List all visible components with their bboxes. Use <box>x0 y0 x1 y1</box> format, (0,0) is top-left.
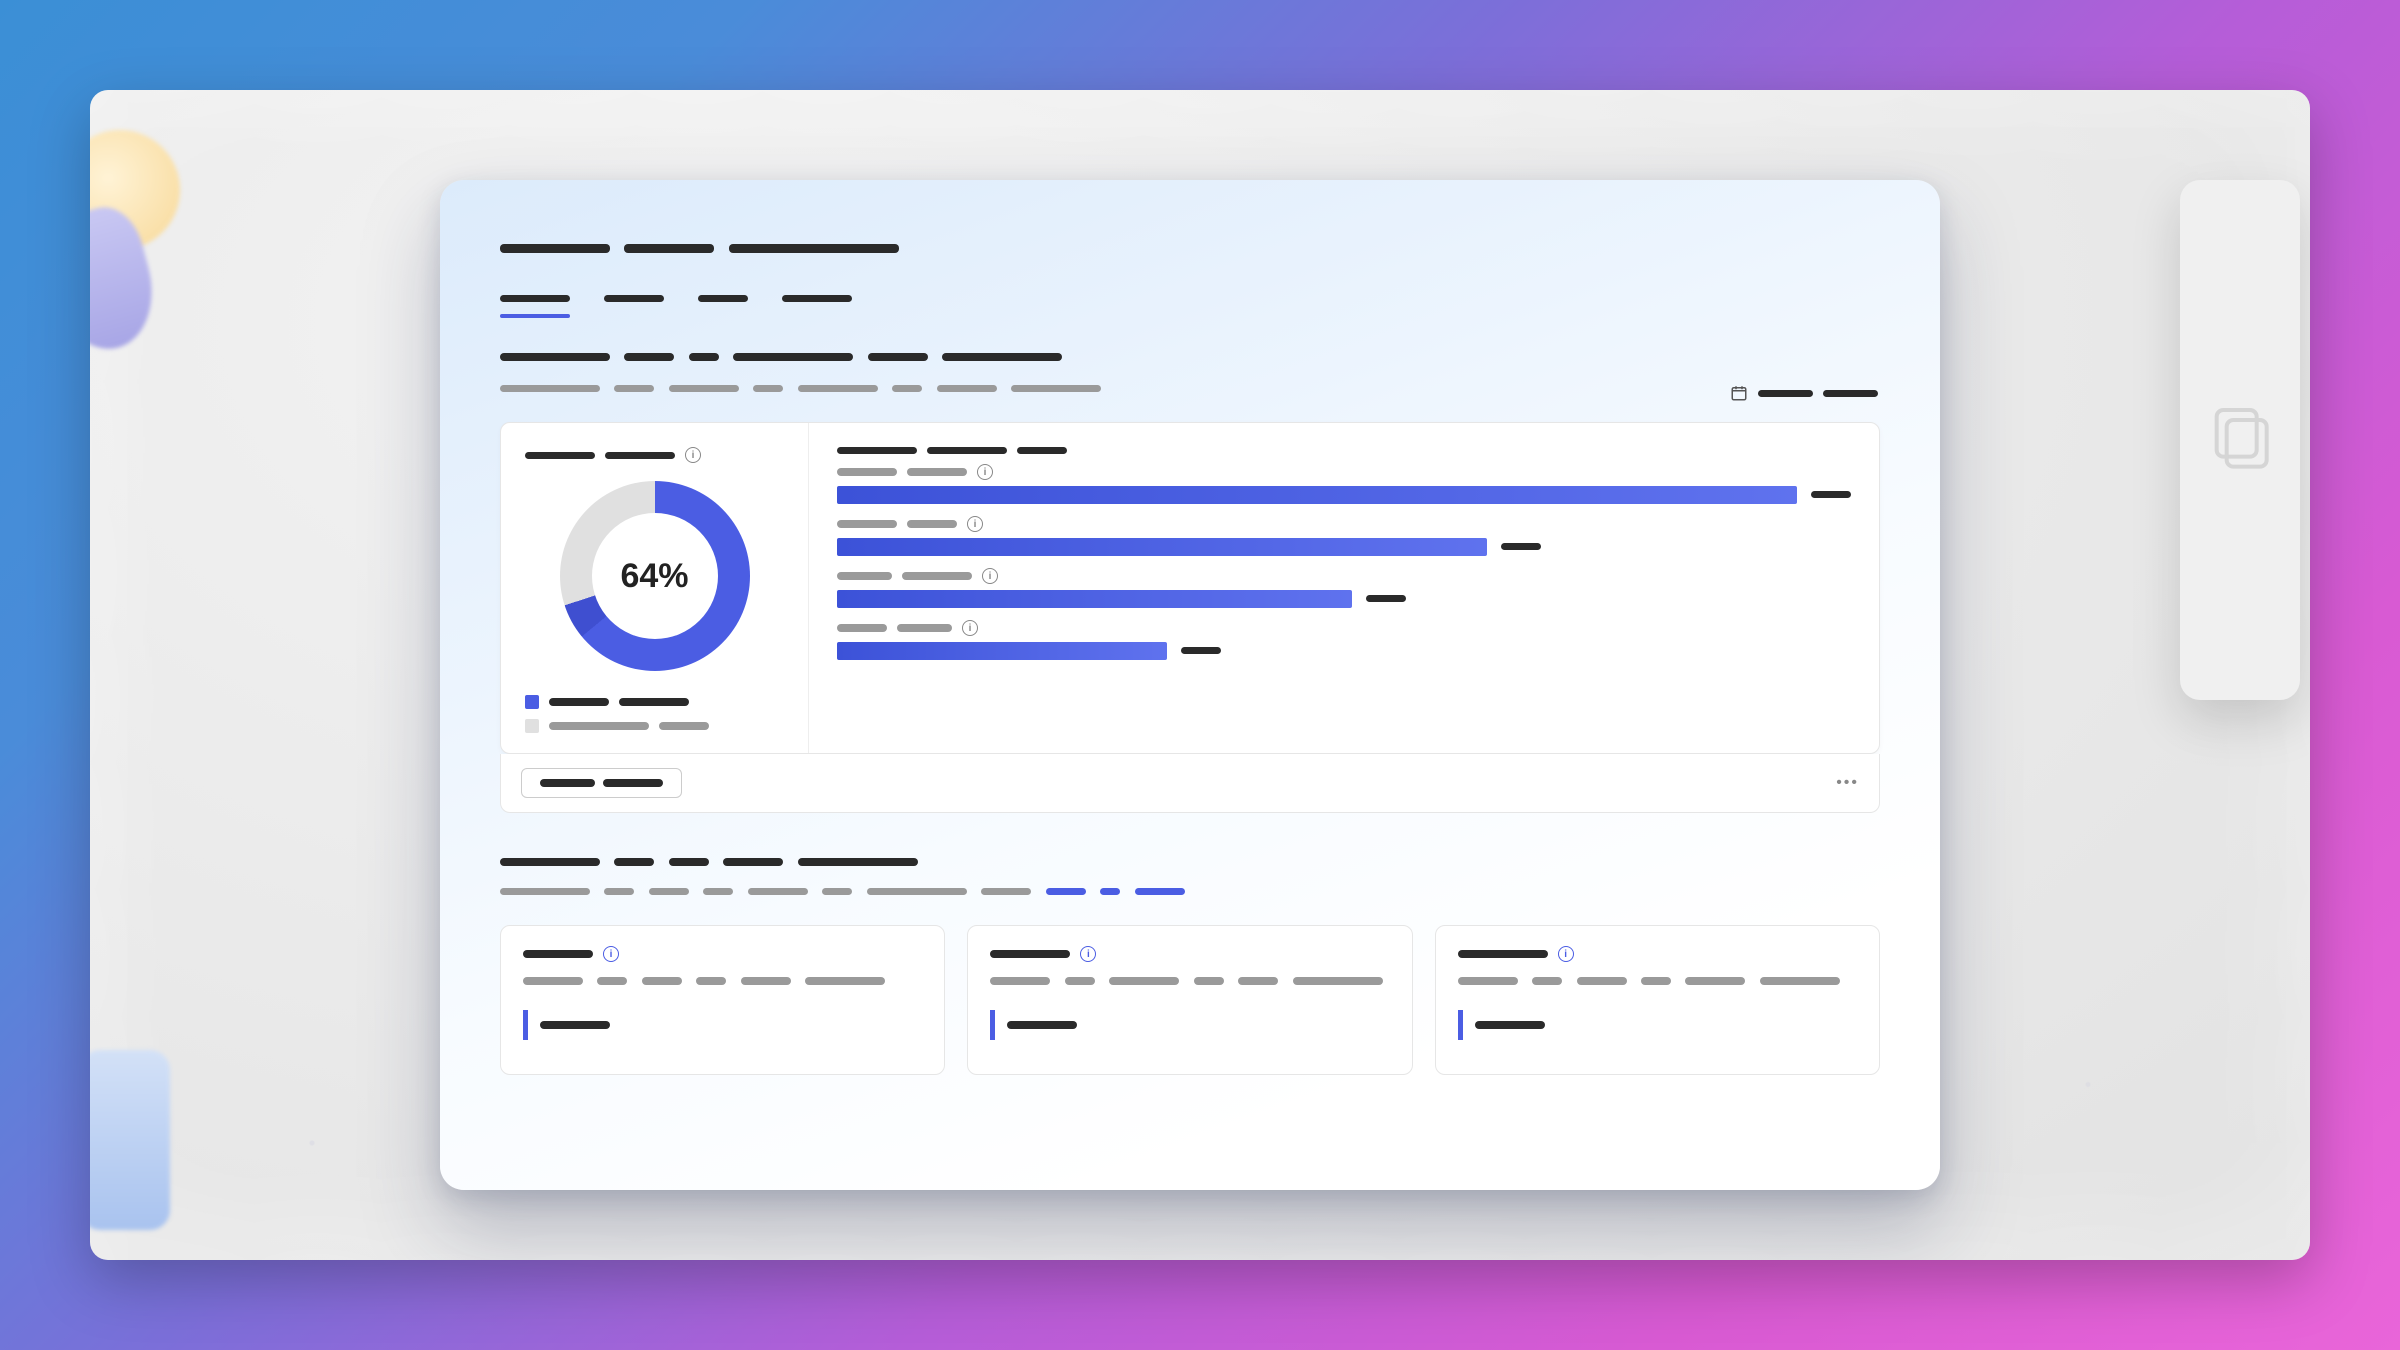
info-icon[interactable]: i <box>977 464 993 480</box>
breadcrumb <box>500 240 1880 258</box>
info-icon[interactable]: i <box>685 447 701 463</box>
section-title <box>500 348 1880 366</box>
legend-item <box>525 719 784 733</box>
bar-fill <box>837 642 1167 660</box>
info-icon[interactable]: i <box>1080 946 1096 962</box>
side-card-peek <box>2180 180 2300 700</box>
donut-title: i <box>525 447 784 463</box>
calendar-icon <box>1730 384 1748 402</box>
bar-row: i <box>837 568 1851 608</box>
donut-percent-label: 64% <box>620 557 688 596</box>
bar-value <box>1811 486 1851 504</box>
tab-2[interactable] <box>604 290 664 318</box>
metrics-card: i 64% <box>500 422 1880 754</box>
bar-fill <box>837 538 1487 556</box>
bar-fill <box>837 486 1797 504</box>
bar-fill <box>837 590 1352 608</box>
tab-3[interactable] <box>698 290 748 318</box>
bar-value <box>1181 642 1221 660</box>
tab-1[interactable] <box>500 290 570 318</box>
tab-4[interactable] <box>782 290 852 318</box>
bars-panel: i i <box>809 423 1879 753</box>
lower-section-subtitle <box>500 883 1880 901</box>
small-card-row: i i <box>500 925 1880 1075</box>
trend-indicator <box>523 1010 922 1040</box>
small-card[interactable]: i <box>500 925 945 1075</box>
small-card[interactable]: i <box>967 925 1412 1075</box>
metrics-card-footer: ••• <box>500 754 1880 813</box>
tab-bar <box>500 290 1880 318</box>
info-icon[interactable]: i <box>982 568 998 584</box>
dashboard-window: i 64% <box>440 180 1940 1190</box>
info-icon[interactable]: i <box>1558 946 1574 962</box>
trend-indicator <box>1458 1010 1857 1040</box>
legend-swatch <box>525 695 539 709</box>
decorative-blob <box>90 1050 170 1230</box>
info-icon[interactable]: i <box>603 946 619 962</box>
small-card[interactable]: i <box>1435 925 1880 1075</box>
donut-panel: i 64% <box>501 423 809 753</box>
bar-row: i <box>837 516 1851 556</box>
info-icon[interactable]: i <box>962 620 978 636</box>
copy-stack-icon <box>2200 400 2280 480</box>
donut-legend <box>525 695 784 733</box>
learn-more-link[interactable] <box>1046 883 1185 900</box>
section-subtitle <box>500 380 1101 398</box>
bar-value <box>1366 590 1406 608</box>
legend-item <box>525 695 784 709</box>
trend-indicator <box>990 1010 1389 1040</box>
bar-row: i <box>837 620 1851 660</box>
bar-row: i <box>837 464 1851 504</box>
bar-value <box>1501 538 1541 556</box>
donut-chart: 64% <box>560 481 750 671</box>
date-range-picker[interactable] <box>1728 380 1880 406</box>
bars-title <box>837 447 1851 454</box>
scene-background: i 64% <box>90 90 2310 1260</box>
footer-action-button[interactable] <box>521 768 682 798</box>
info-icon[interactable]: i <box>967 516 983 532</box>
more-menu-icon[interactable]: ••• <box>1836 774 1859 792</box>
lower-section-title <box>500 853 1880 871</box>
legend-swatch <box>525 719 539 733</box>
